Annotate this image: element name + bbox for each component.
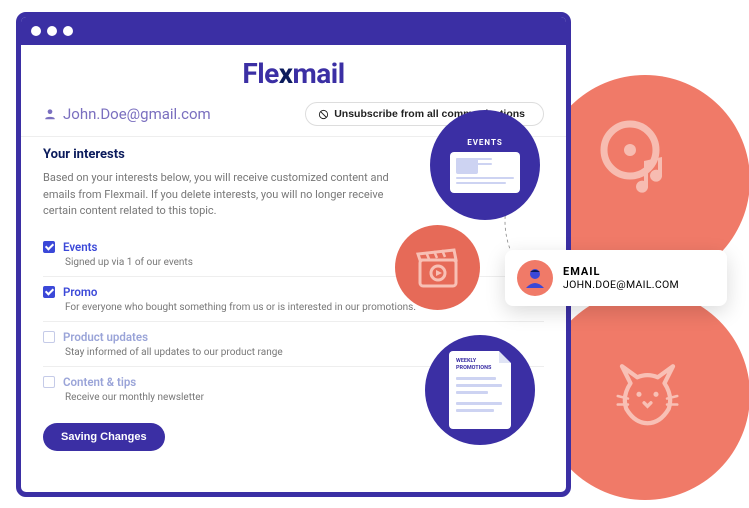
window-dot[interactable] (47, 26, 57, 36)
weekly-tag-label: WEEKLY PROMOTIONS (456, 358, 504, 371)
person-icon (43, 107, 57, 121)
logo-part: mail (293, 57, 345, 90)
events-mini-card (450, 152, 520, 193)
user-email: John.Doe@gmail.com (43, 105, 211, 123)
interests-description: Based on your interests below, you will … (43, 170, 403, 220)
interest-checkbox-events[interactable] (43, 241, 55, 253)
ban-icon (318, 109, 329, 120)
weekly-promotions-badge: WEEKLY PROMOTIONS (425, 335, 535, 445)
user-email-text: John.Doe@gmail.com (63, 105, 211, 123)
interest-checkbox-product-updates[interactable] (43, 331, 55, 343)
events-tag-label: EVENTS (467, 138, 503, 147)
events-badge: EVENTS (430, 110, 540, 220)
email-card: EMAIL JOHN.DOE@MAIL.COM (505, 250, 727, 306)
logo: Flexmail (21, 45, 566, 96)
weekly-doc-card: WEEKLY PROMOTIONS (449, 351, 511, 429)
window-dot[interactable] (31, 26, 41, 36)
window-titlebar (21, 17, 566, 45)
avatar (517, 260, 553, 296)
interest-checkbox-content-tips[interactable] (43, 376, 55, 388)
interest-desc: For everyone who bought something from u… (63, 302, 544, 313)
email-card-value: JOHN.DOE@MAIL.COM (563, 278, 679, 291)
email-card-label: EMAIL (563, 265, 679, 278)
music-disc-icon (600, 120, 680, 200)
interest-checkbox-promo[interactable] (43, 286, 55, 298)
cat-icon (605, 345, 690, 430)
logo-part: x (279, 57, 293, 90)
window-dot[interactable] (63, 26, 73, 36)
logo-part: Fle (242, 57, 278, 90)
video-icon (395, 225, 480, 310)
save-button[interactable]: Saving Changes (43, 423, 165, 451)
